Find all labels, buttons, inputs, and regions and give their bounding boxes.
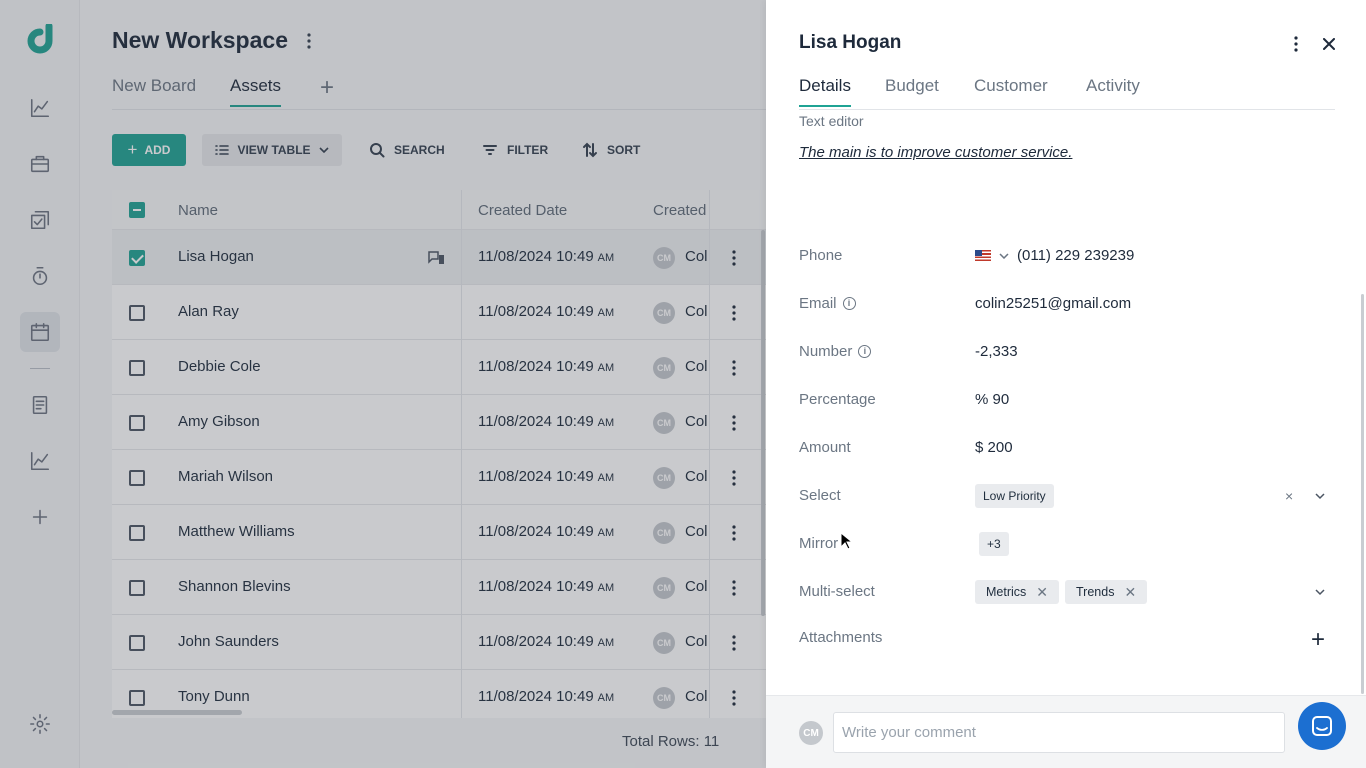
close-icon[interactable] (1319, 33, 1339, 55)
panel-more-icon[interactable] (1289, 33, 1303, 55)
select-chevron-down-icon[interactable] (1314, 490, 1326, 502)
phone-label-text: Phone (799, 247, 843, 264)
percentage-value[interactable]: % 90 (975, 391, 1009, 408)
add-attachment-plus-icon[interactable]: + (1311, 626, 1325, 654)
number-label: Number i (799, 343, 872, 360)
comment-input[interactable] (833, 712, 1285, 753)
tab-customer[interactable]: Customer (974, 76, 1048, 105)
mirror-chip[interactable]: +3 (979, 532, 1009, 556)
info-icon[interactable]: i (858, 345, 872, 358)
select-label-text: Select (799, 487, 841, 504)
mirror-field[interactable]: +3 (979, 532, 1009, 556)
select-chip[interactable]: Low Priority (975, 484, 1054, 508)
us-flag-icon[interactable] (975, 250, 991, 261)
panel-tabs: Details Budget Customer Activity (799, 76, 1335, 110)
percentage-label-text: Percentage (799, 391, 876, 408)
select-field[interactable]: Low Priority (975, 484, 1054, 508)
email-label: Email i (799, 295, 856, 312)
amount-label-text: Amount (799, 439, 851, 456)
mirror-label: Mirror (799, 535, 838, 552)
email-label-text: Email (799, 295, 837, 312)
multiselect-field[interactable]: Metrics ✕ Trends ✕ (975, 580, 1148, 604)
chip-label: Metrics (986, 585, 1027, 599)
amount-label: Amount (799, 439, 851, 456)
select-label: Select (799, 487, 841, 504)
mouse-cursor-icon (840, 532, 852, 550)
email-value[interactable]: colin25251@gmail.com (975, 295, 1131, 312)
record-detail-panel: Lisa Hogan Details Budget Customer Activ… (766, 0, 1366, 768)
phone-value[interactable]: (011) 229 239239 (1017, 247, 1134, 264)
tab-details[interactable]: Details (799, 76, 851, 107)
multiselect-chip[interactable]: Trends ✕ (1065, 580, 1148, 604)
remove-chip-icon[interactable]: ✕ (1124, 584, 1136, 601)
text-editor-content[interactable]: The main is to improve customer service. (799, 144, 1072, 161)
tab-budget[interactable]: Budget (885, 76, 939, 105)
multiselect-label-text: Multi-select (799, 583, 875, 600)
remove-chip-icon[interactable]: ✕ (1036, 584, 1048, 601)
modal-backdrop[interactable] (0, 0, 766, 768)
attachments-label-text: Attachments (799, 629, 883, 646)
number-label-text: Number (799, 343, 853, 360)
chat-support-icon[interactable] (1298, 702, 1346, 750)
avatar: CM (799, 721, 823, 745)
percentage-field[interactable]: % 90 (975, 391, 1009, 408)
multiselect-chip[interactable]: Metrics ✕ (975, 580, 1060, 604)
amount-field[interactable]: $ 200 (975, 439, 1013, 456)
email-field[interactable]: colin25251@gmail.com (975, 295, 1131, 312)
phone-label: Phone (799, 247, 842, 264)
info-icon[interactable]: i (842, 297, 856, 310)
amount-value[interactable]: $ 200 (975, 439, 1013, 456)
tab-activity[interactable]: Activity (1086, 76, 1140, 105)
phone-field[interactable]: (011) 229 239239 (975, 247, 1134, 264)
chip-label: Trends (1076, 585, 1115, 599)
record-title: Lisa Hogan (799, 32, 902, 53)
mirror-label-text: Mirror (799, 535, 839, 552)
clear-selection-icon[interactable]: × (1285, 488, 1293, 504)
percentage-label: Percentage (799, 391, 876, 408)
number-field[interactable]: -2,333 (975, 343, 1018, 360)
chevron-down-icon[interactable] (999, 252, 1009, 259)
attachments-label: Attachments (799, 629, 882, 646)
multiselect-label: Multi-select (799, 583, 875, 600)
text-editor-label: Text editor (799, 113, 864, 129)
comment-bar: CM (766, 695, 1366, 768)
multiselect-chevron-down-icon[interactable] (1314, 586, 1326, 598)
panel-scrollbar[interactable] (1361, 294, 1364, 694)
number-value[interactable]: -2,333 (975, 343, 1018, 360)
